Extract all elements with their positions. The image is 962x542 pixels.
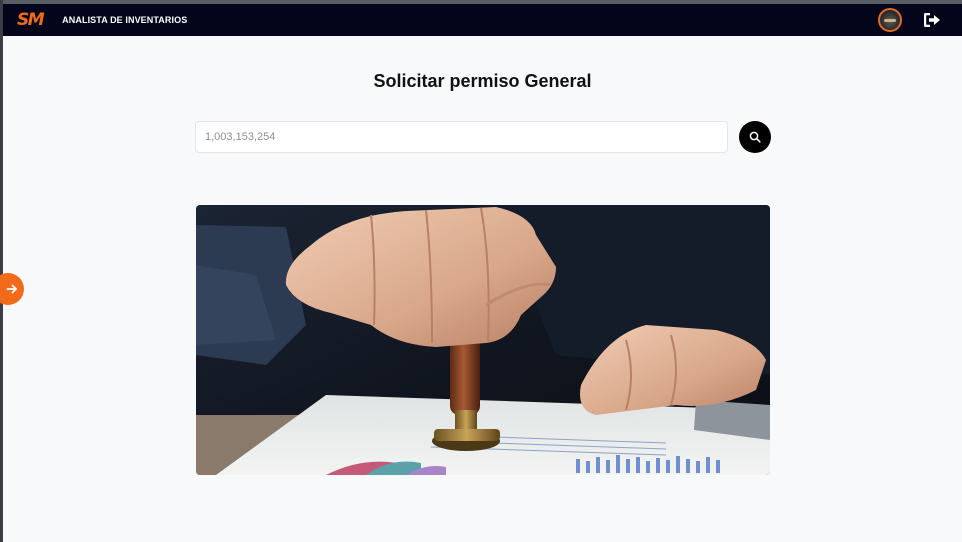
- top-navbar: SM ANALISTA DE INVENTARIOS: [3, 4, 962, 36]
- window-frame-top: [0, 0, 962, 4]
- hand-stamping-document-illustration: [196, 205, 770, 475]
- search-icon: [749, 131, 761, 143]
- hero-image: [196, 205, 770, 475]
- page-title: Solicitar permiso General: [373, 71, 592, 91]
- search-button[interactable]: [739, 121, 771, 153]
- logout-icon: [924, 13, 940, 27]
- window-frame-left: [0, 0, 3, 542]
- document-search-input[interactable]: [195, 121, 728, 153]
- user-avatar[interactable]: [878, 8, 902, 32]
- brand-logo[interactable]: SM: [17, 10, 45, 30]
- sidebar-toggle-button[interactable]: [0, 273, 24, 305]
- arrow-right-icon: [6, 284, 17, 294]
- user-role-label: ANALISTA DE INVENTARIOS: [62, 15, 188, 25]
- logout-button[interactable]: [922, 10, 942, 30]
